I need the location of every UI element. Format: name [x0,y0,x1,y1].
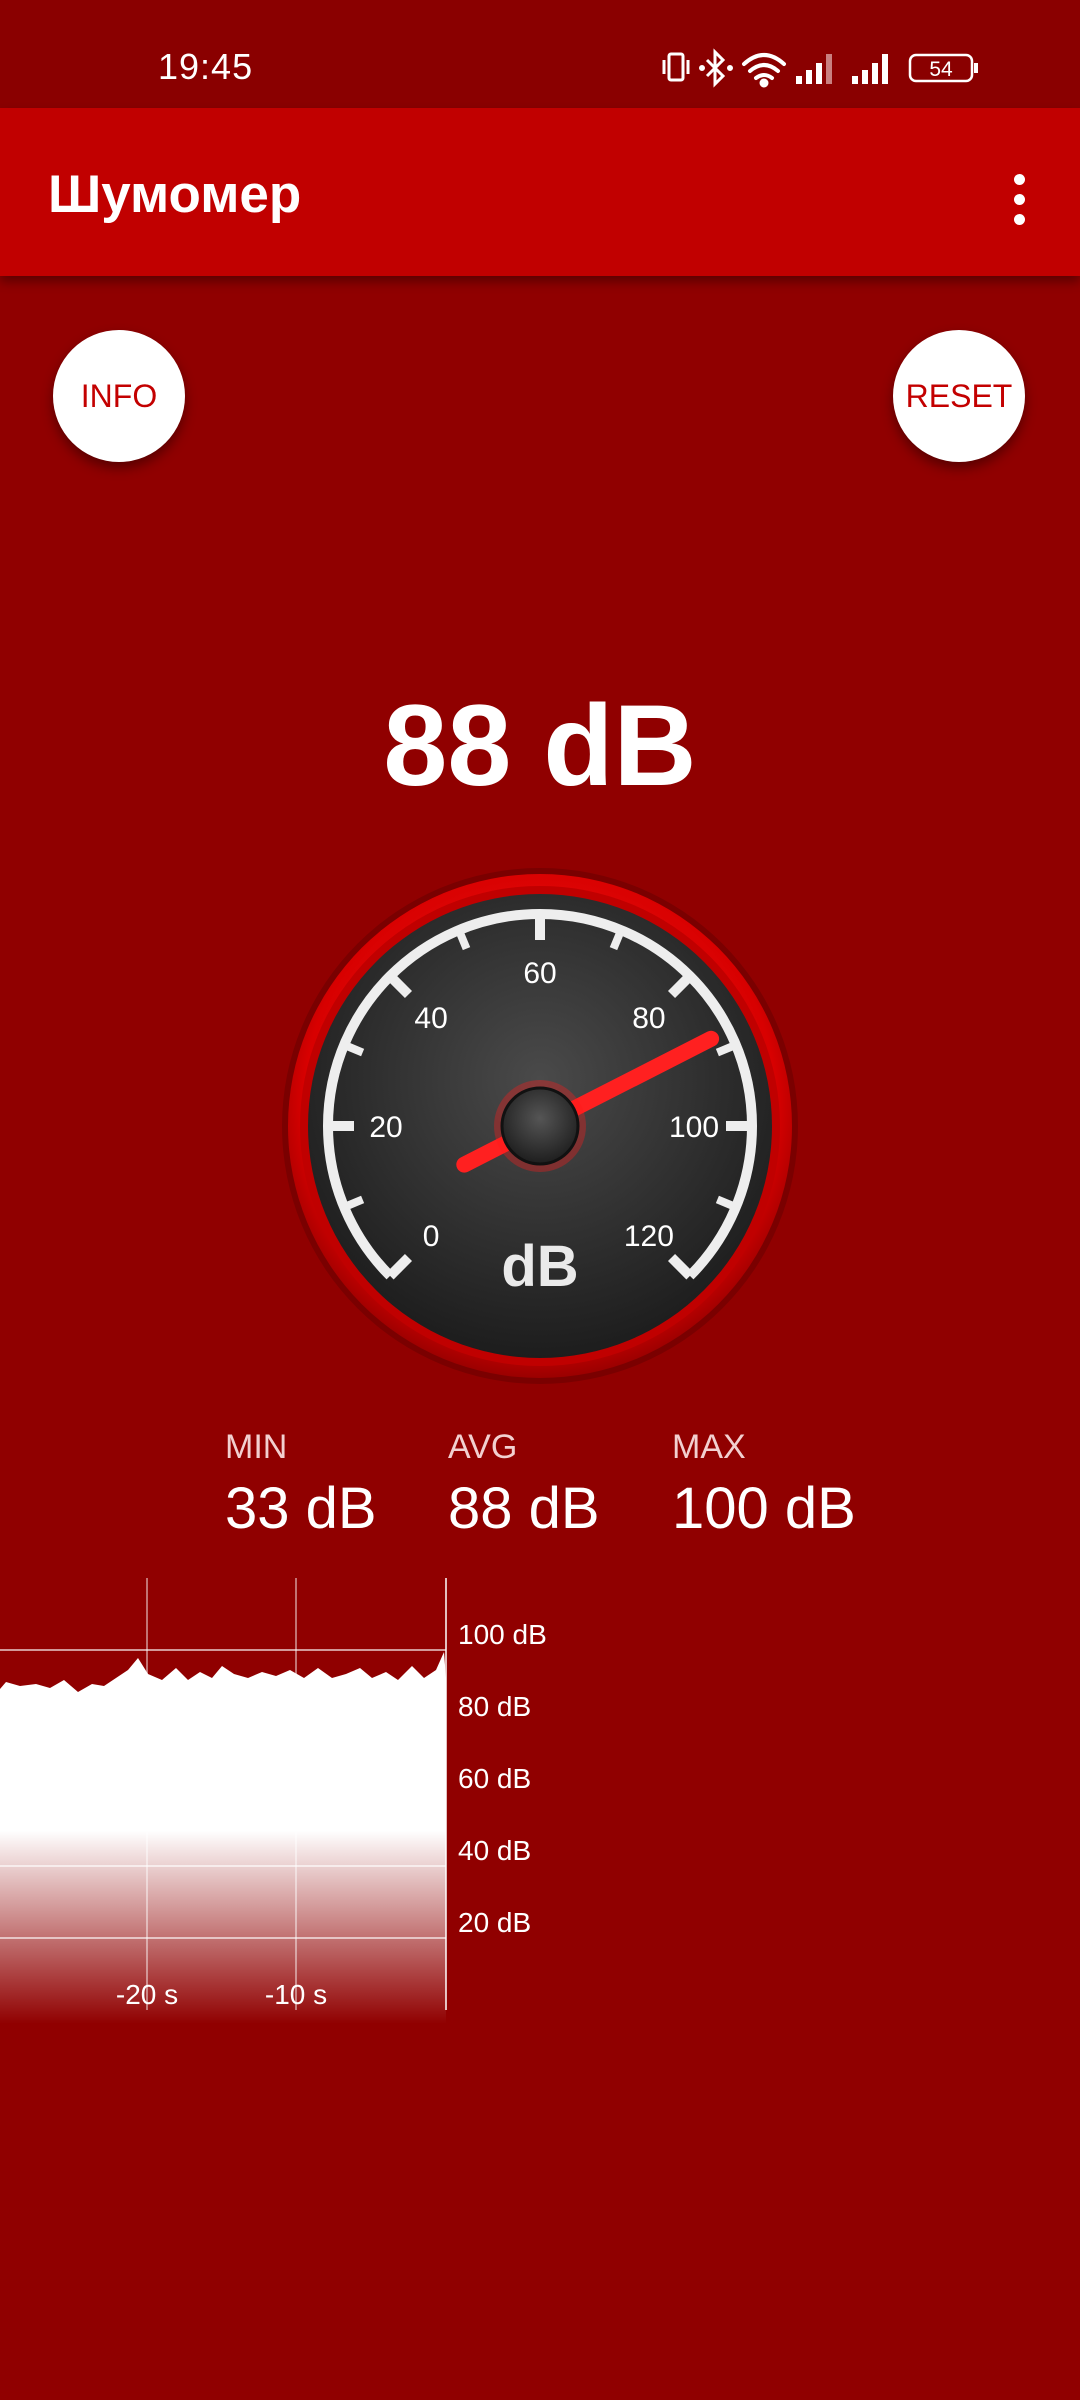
stat-avg-value: 88 dB [448,1476,600,1541]
gauge-tick-label: 80 [632,1002,665,1035]
gauge-tick-label: 20 [369,1111,402,1144]
gauge-unit: dB [501,1234,578,1299]
battery-level: 54 [929,58,953,81]
current-db-reading: 88 dB [383,682,697,810]
gauge-tick-label: 40 [414,1002,447,1035]
gauge-tick-label: 0 [423,1220,440,1253]
vibrate-icon [662,52,690,82]
stat-avg: AVG 88 dB [448,1428,600,1542]
signal-icon [796,54,832,84]
info-button[interactable]: INFO [53,330,185,462]
y-label-80: 80 dB [458,1691,531,1722]
reset-button[interactable]: RESET [893,330,1025,462]
y-label-60: 60 dB [458,1763,531,1794]
stat-avg-label: AVG [448,1428,518,1466]
x-label-20s: -20 s [116,1979,178,2010]
history-fill [0,1652,446,2024]
stat-max-label: MAX [672,1428,746,1466]
stat-min-label: MIN [225,1428,288,1466]
sound-level-gauge: 0 20 40 60 80 100 120 dB [282,868,798,1384]
y-label-20: 20 dB [458,1907,531,1938]
noise-history-graph: 100 dB 80 dB 60 dB 40 dB 20 dB -20 s -10… [0,1578,547,2024]
status-time: 19:45 [158,46,254,87]
status-bar: 19:45 54 [0,0,1080,108]
gauge-tick-label: 60 [523,957,556,990]
battery-icon: 54 [908,53,978,83]
signal-icon [852,54,888,84]
stat-max: MAX 100 dB [672,1428,856,1542]
status-icons: 54 [662,48,1002,88]
app-title: Шумомер [48,165,302,224]
stat-min-value: 33 dB [225,1476,377,1541]
gauge-hub [500,1086,580,1166]
more-vert-icon[interactable] [986,160,1050,240]
stat-max-value: 100 dB [672,1476,856,1541]
wifi-icon [742,53,786,88]
app-bar: Шумомер [0,108,1080,276]
bluetooth-icon [699,48,733,88]
stat-min: MIN 33 dB [225,1428,377,1542]
y-label-40: 40 dB [458,1835,531,1866]
y-label-100: 100 dB [458,1619,547,1650]
gauge-tick-label: 120 [624,1220,674,1253]
x-label-10s: -10 s [265,1979,327,2010]
gauge-tick-label: 100 [669,1111,719,1144]
